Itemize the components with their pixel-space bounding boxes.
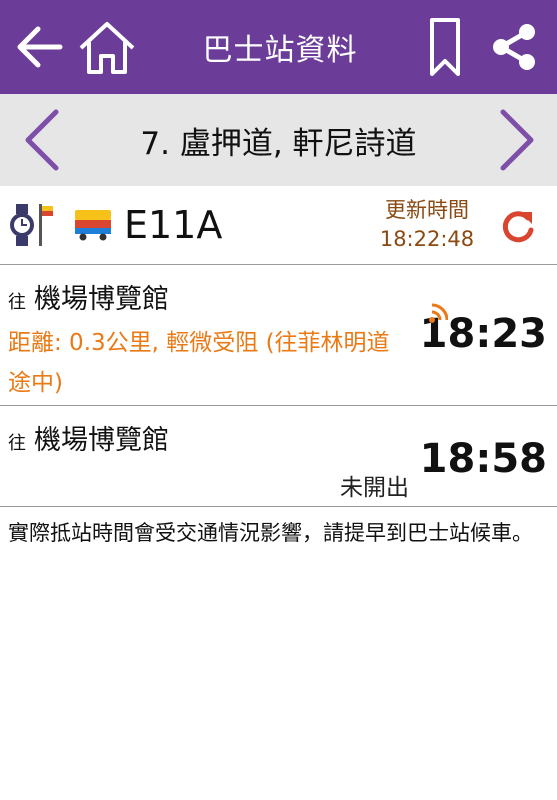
destination-prefix: 往 [8, 433, 26, 454]
destination: 往 機場博覽館 [8, 277, 169, 316]
app-header: 巴士站資料 [0, 0, 557, 94]
bus-stop-icon [36, 202, 56, 252]
chevron-right-icon[interactable] [487, 94, 547, 186]
share-icon[interactable] [486, 0, 542, 94]
route-bar: E11A 更新時間 18:22:48 [0, 186, 557, 265]
update-label: 更新時間 [385, 198, 469, 222]
stop-bar: 7. 盧押道, 軒尼詩道 [0, 94, 557, 186]
home-icon[interactable] [76, 0, 138, 94]
destination-prefix: 往 [8, 292, 26, 313]
eta-row[interactable]: 往 機場博覽館 18:58 未開出 [0, 406, 557, 507]
destination-name: 機場博覽館 [34, 425, 169, 456]
refresh-icon[interactable] [498, 206, 538, 250]
route-number: E11A [124, 203, 223, 247]
eta-time: 18:58 [419, 436, 547, 482]
chevron-left-icon[interactable] [12, 94, 72, 186]
stop-name: 7. 盧押道, 軒尼詩道 [140, 125, 417, 162]
destination-name: 機場博覽館 [34, 284, 169, 315]
eta-row[interactable]: 往 機場博覽館 距離: 0.3公里, 輕微受阻 (往菲林明道 途中) 18:23 [0, 265, 557, 406]
arrow-left-icon[interactable] [10, 0, 68, 94]
page-title: 巴士站資料 [202, 33, 358, 68]
signal-icon [428, 302, 449, 328]
update-time: 18:22:48 [379, 227, 475, 251]
eta-info: 距離: 0.3公里, 輕微受阻 (往菲林明道 途中) [8, 330, 390, 396]
destination: 往 機場博覽館 [8, 418, 169, 457]
watch-icon [8, 202, 36, 252]
disclaimer-note: 實際抵站時間會受交通情況影響，請提早到巴士站候車。 [8, 521, 533, 545]
bus-icon [74, 208, 112, 246]
bookmark-icon[interactable] [422, 0, 468, 94]
eta-status: 未開出 [340, 475, 409, 501]
update-info: 更新時間 18:22:48 [372, 196, 482, 254]
